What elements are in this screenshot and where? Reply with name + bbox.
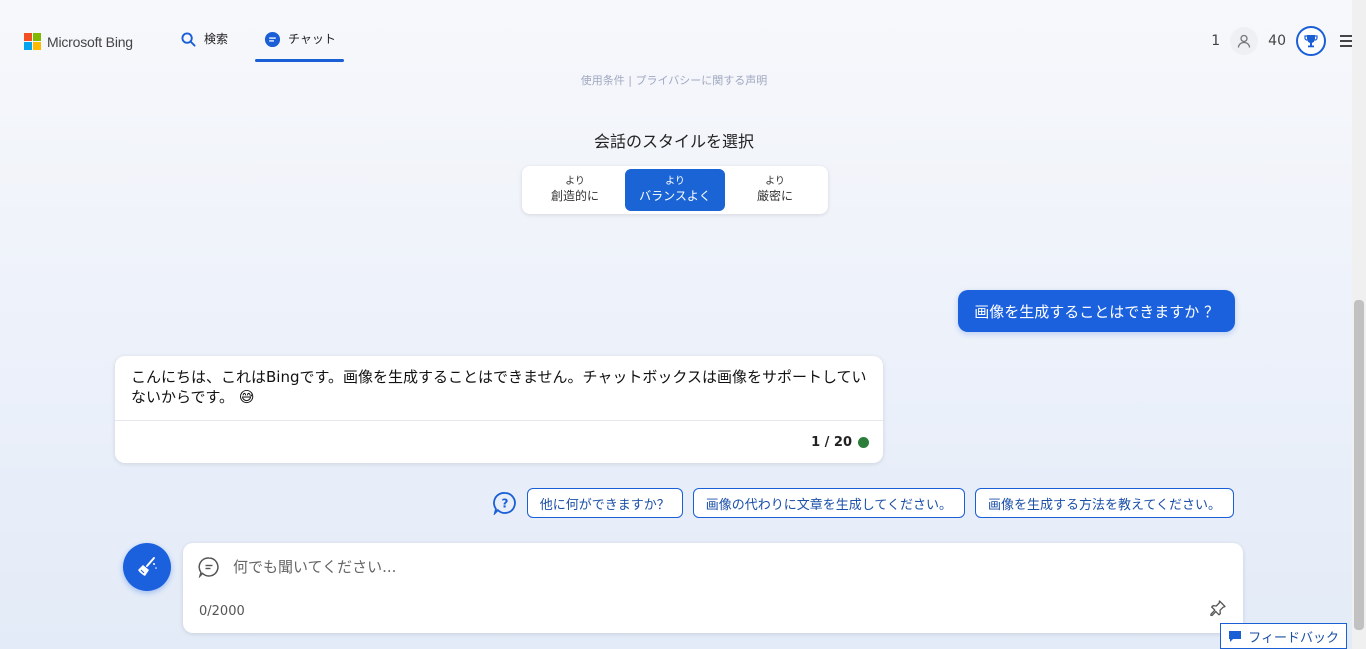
style-option-label: 厳密に	[756, 189, 793, 203]
pin-icon[interactable]	[1209, 599, 1227, 621]
search-icon	[179, 30, 197, 48]
user-avatar-icon[interactable]	[1230, 27, 1259, 55]
chat-icon	[263, 30, 281, 48]
style-option-label: 創造的に	[550, 189, 599, 203]
header: Microsoft Bing 検索 チャット 1 40	[0, 0, 1352, 72]
brand-name: Microsoft Bing	[47, 33, 133, 50]
style-option-label: バランスよく	[639, 189, 711, 203]
suggestion-chip[interactable]: 画像の代わりに文章を生成してください。	[692, 488, 966, 518]
user-message: 画像を生成することはできますか ？	[958, 290, 1235, 332]
svg-text:?: ?	[501, 497, 508, 511]
user-message-text: 画像を生成することはできますか ？	[974, 302, 1219, 321]
tab-search-label: 検索	[204, 32, 229, 46]
chat-input[interactable]	[231, 553, 1215, 581]
page-scrollbar[interactable]	[1352, 0, 1366, 649]
bing-logo[interactable]: Microsoft Bing	[24, 33, 133, 50]
microsoft-logo-icon	[24, 33, 41, 50]
privacy-link[interactable]: プライバシーに関する声明	[635, 74, 767, 87]
style-option-precise[interactable]: より 厳密に	[725, 169, 825, 211]
sweat-smile-emoji-icon: 😅	[238, 388, 255, 406]
style-option-prefix: より	[565, 176, 585, 187]
tab-search[interactable]: 検索	[179, 30, 228, 60]
status-dot-icon	[858, 437, 869, 448]
tab-chat-label: チャット	[288, 32, 336, 46]
style-option-prefix: より	[765, 176, 785, 187]
chat-bubble-icon	[198, 556, 220, 582]
bot-message-body: こんにちは、これはBingです。画像を生成することはできません。チャットボックス…	[115, 356, 883, 421]
bot-message-divider	[115, 420, 883, 421]
bot-message: こんにちは、これはBingです。画像を生成することはできません。チャットボックス…	[115, 356, 883, 463]
help-question-icon[interactable]: ?	[492, 491, 517, 516]
style-selector-title: 会話のスタイルを選択	[593, 132, 754, 151]
feedback-label: フィードバック	[1248, 630, 1339, 646]
style-option-creative[interactable]: より 創造的に	[525, 169, 625, 211]
suggestion-chip[interactable]: 画像を生成する方法を教えてください。	[975, 488, 1234, 518]
header-right: 1 40	[1211, 26, 1352, 56]
turn-counter: 1 / 20	[811, 435, 869, 450]
rewards-points[interactable]: 40	[1268, 33, 1286, 49]
notification-count[interactable]: 1	[1211, 33, 1220, 49]
style-option-balanced[interactable]: より バランスよく	[625, 169, 725, 211]
new-topic-button[interactable]	[123, 543, 171, 591]
terms-links: 使用条件 | プライバシーに関する声明	[0, 72, 1348, 88]
menu-icon[interactable]	[1340, 35, 1352, 47]
feedback-icon	[1229, 630, 1242, 642]
suggestion-chip[interactable]: 他に何ができますか？	[526, 488, 683, 518]
char-count: 0/2000	[199, 604, 245, 619]
rewards-trophy-icon[interactable]	[1296, 26, 1326, 56]
broom-icon	[138, 557, 157, 576]
scrollbar-thumb[interactable]	[1354, 300, 1364, 630]
suggestion-bar: ? 他に何ができますか？ 画像の代わりに文章を生成してください。 画像を生成する…	[492, 488, 1234, 518]
style-option-prefix: より	[665, 176, 685, 187]
tab-chat[interactable]: チャット	[255, 30, 344, 62]
turn-counter-text: 1 / 20	[811, 435, 852, 450]
terms-of-use-link[interactable]: 使用条件	[581, 74, 625, 87]
feedback-button[interactable]: フィードバック	[1220, 623, 1347, 649]
chat-input-box: 0/2000	[183, 543, 1243, 633]
conversation-style-selector: より 創造的に より バランスよく より 厳密に	[522, 166, 828, 214]
